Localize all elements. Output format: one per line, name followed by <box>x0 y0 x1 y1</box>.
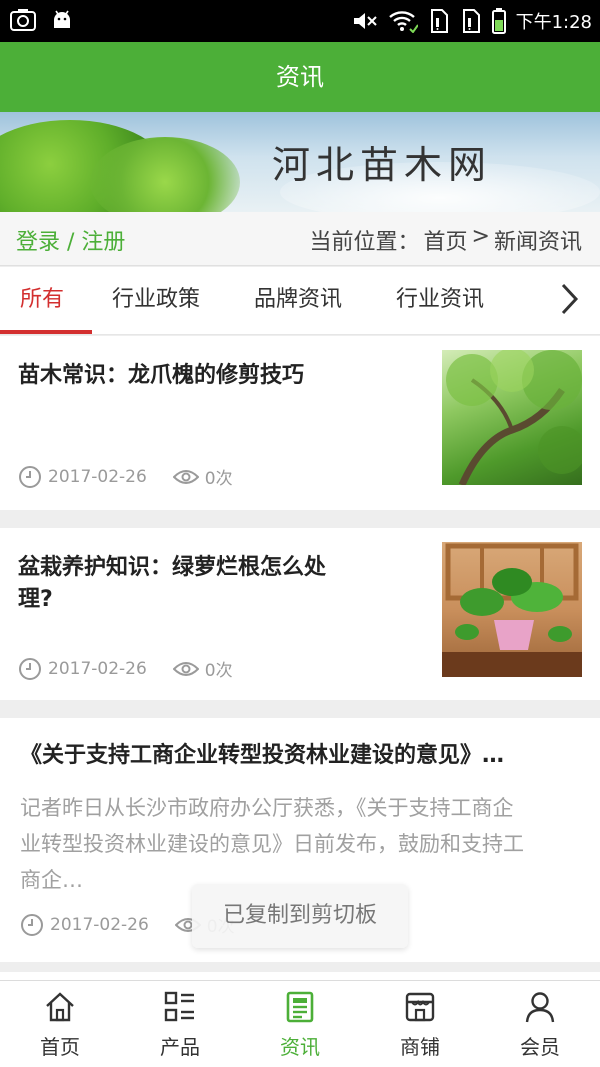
eye-icon <box>172 659 199 679</box>
chevron-right-icon <box>558 282 580 320</box>
clock-icon <box>18 657 42 681</box>
active-tab-indicator <box>0 330 92 334</box>
tab-brand-news[interactable]: 品牌资讯 <box>254 267 342 334</box>
article-summary-line-2: 业转型投资林业建设的意见》日前发布，鼓励和支持工 <box>20 832 524 856</box>
article-title[interactable]: 《关于支持工商企业转型投资林业建设的意见》… <box>20 740 504 772</box>
article-title-line-2[interactable]: 理? <box>18 584 53 616</box>
mute-icon <box>352 9 378 37</box>
tab-industry-news[interactable]: 行业资讯 <box>396 267 484 334</box>
article-thumbnail-potted-plant[interactable] <box>442 542 582 677</box>
bottom-nav-member[interactable]: 会员 <box>480 981 600 1067</box>
sim-card-1-icon <box>428 8 450 38</box>
site-name: 河北苗木网 <box>272 143 493 187</box>
user-icon <box>524 991 556 1023</box>
bottom-nav-products[interactable]: 产品 <box>120 981 240 1067</box>
bottom-nav-label: 产品 <box>160 1035 200 1059</box>
grid-list-icon <box>164 991 196 1023</box>
tab-industry-policy[interactable]: 行业政策 <box>112 267 200 334</box>
article-date: 2017-02-26 <box>48 658 147 679</box>
login-breadcrumb-bar: 登录 / 注册 当前位置： 首页 > 新闻资讯 <box>0 212 600 266</box>
bottom-nav-label: 资讯 <box>280 1035 320 1059</box>
site-banner: 河北苗木网 <box>0 112 600 212</box>
bottom-nav-label: 商铺 <box>400 1035 440 1059</box>
status-bar: 下午1:28 <box>0 0 600 42</box>
article-views: 0次 <box>204 469 233 489</box>
category-tabs: 所有 行业政策 品牌资讯 行业资讯 技 <box>0 267 600 335</box>
bottom-nav-news[interactable]: 资讯 <box>240 981 360 1067</box>
status-time: 下午1:28 <box>515 12 592 33</box>
clock-icon <box>18 465 42 489</box>
breadcrumb-current: 新闻资讯 <box>493 230 582 255</box>
article-card[interactable]: 盆栽养护知识：绿萝烂根怎么处 理? 2017-02-26 0次 <box>0 528 600 700</box>
battery-icon <box>491 8 506 38</box>
shop-icon <box>404 991 436 1023</box>
article-meta: 2017-02-26 0次 <box>18 464 233 489</box>
article-summary-line-1: 记者昨日从长沙市政府办公厅获悉，《关于支持工商企 <box>20 796 514 820</box>
bottom-nav-shops[interactable]: 商铺 <box>360 981 480 1067</box>
article-card-partial <box>0 972 600 980</box>
article-thumbnail-tree[interactable] <box>442 350 582 485</box>
sim-card-2-icon <box>460 8 482 38</box>
clock-icon <box>20 913 44 937</box>
app-header: 资讯 <box>0 42 600 112</box>
bottom-nav-label: 会员 <box>520 1035 560 1059</box>
article-card[interactable]: 苗木常识：龙爪槐的修剪技巧 2017-02-26 0次 <box>0 336 600 510</box>
article-meta: 2017-02-26 0次 <box>18 656 233 681</box>
article-views: 0次 <box>204 661 233 681</box>
bottom-nav-home[interactable]: 首页 <box>0 981 120 1067</box>
news-icon <box>284 991 316 1023</box>
breadcrumb: 当前位置： 首页 > 新闻资讯 <box>310 224 582 256</box>
breadcrumb-separator: > <box>471 224 490 249</box>
bottom-nav-label: 首页 <box>40 1035 80 1059</box>
tabs-scroll-right-button[interactable] <box>538 267 600 334</box>
tab-all[interactable]: 所有 <box>20 267 64 334</box>
bottom-navigation: 首页 产品 资讯 商铺 会员 <box>0 980 600 1067</box>
toast-message: 已复制到剪切板 <box>192 884 408 948</box>
screenshot-icon <box>10 8 36 36</box>
breadcrumb-home[interactable]: 首页 <box>424 224 468 256</box>
eye-icon <box>172 467 199 487</box>
breadcrumb-prefix: 当前位置： <box>309 230 420 255</box>
article-title-line-1[interactable]: 盆栽养护知识：绿萝烂根怎么处 <box>18 552 326 584</box>
home-icon <box>44 991 76 1023</box>
article-title[interactable]: 苗木常识：龙爪槐的修剪技巧 <box>18 360 304 392</box>
article-date: 2017-02-26 <box>48 466 147 487</box>
article-date: 2017-02-26 <box>50 914 149 935</box>
wifi-icon <box>388 9 419 37</box>
login-register-link[interactable]: 登录 / 注册 <box>16 224 125 256</box>
android-icon <box>50 8 74 36</box>
page-title: 资讯 <box>276 63 324 91</box>
